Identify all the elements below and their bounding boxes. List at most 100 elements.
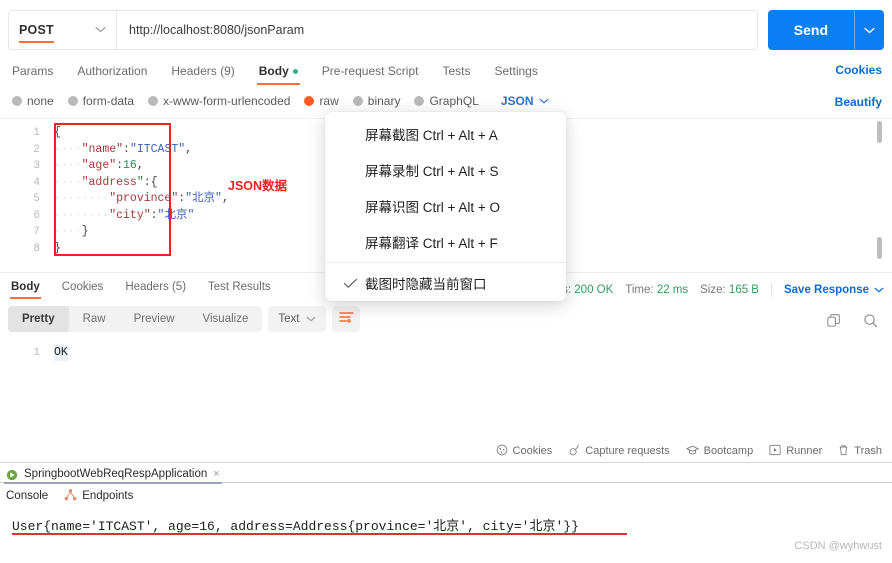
json-annotation-label: JSON数据 (228, 179, 288, 193)
http-method-select[interactable]: POST (8, 10, 116, 50)
send-options-chevron-down-icon[interactable] (854, 10, 884, 50)
request-tabs: Params Authorization Headers (9) Body Pr… (8, 60, 550, 85)
radio-binary[interactable]: binary (352, 94, 400, 108)
line-number: 8 (33, 242, 40, 255)
line-number: 6 (33, 209, 40, 222)
ide-tab-underline (4, 482, 222, 484)
menu-item-hide-window-label: 截图时隐藏当前窗口 (365, 277, 487, 292)
url-text: http://localhost:8080/jsonParam (129, 23, 305, 37)
radio-graphql-label: GraphQL (429, 94, 479, 108)
ide-panel: SpringbootWebReqRespApplication × Consol… (0, 462, 892, 563)
response-tab-body[interactable]: Body (8, 281, 51, 299)
radio-none-label: none (27, 94, 54, 108)
send-button[interactable]: Send (767, 10, 854, 50)
endpoints-icon (64, 488, 77, 504)
radio-graphql[interactable]: GraphQL (414, 94, 479, 108)
watermark: CSDN @wyhwust (794, 540, 882, 552)
time-label: Time: (625, 284, 654, 296)
tab-pre-request-script[interactable]: Pre-request Script (310, 64, 431, 78)
radio-form-data[interactable]: form-data (67, 94, 134, 108)
cookie-icon (496, 444, 508, 459)
divider (770, 283, 772, 297)
copy-icon[interactable] (826, 313, 841, 333)
footer-bootcamp[interactable]: Bootcamp (685, 444, 753, 459)
search-icon[interactable] (863, 313, 878, 333)
chevron-down-icon (539, 96, 549, 107)
radio-raw[interactable]: raw (304, 94, 339, 108)
body-type-radio-group: none form-data x-www-form-urlencoded raw… (12, 94, 549, 108)
save-response-button[interactable]: Save Response (784, 284, 869, 296)
footer-runner-label: Runner (786, 445, 823, 457)
console-output-line: User{name='ITCAST', age=16, address=Addr… (12, 519, 579, 534)
trash-icon (838, 444, 849, 459)
radio-dot-icon (148, 96, 159, 106)
footer-trash[interactable]: Trash (838, 444, 882, 459)
ide-run-tab[interactable]: SpringbootWebReqRespApplication × (4, 464, 228, 483)
screenshot-tool-popup-menu: 屏幕截图 Ctrl + Alt + A 屏幕录制 Ctrl + Alt + S … (325, 112, 566, 301)
menu-item-hide-window-on-capture[interactable]: 截图时隐藏当前窗口 (325, 265, 566, 301)
editor-vertical-scrollbar[interactable] (877, 121, 882, 143)
close-icon[interactable]: × (213, 468, 219, 480)
time-item: Time: 22 ms (625, 284, 688, 296)
response-tab-headers[interactable]: Headers (5) (114, 281, 197, 293)
response-status-bar: Status: 200 OK Time: 22 ms Size: 165 B S… (510, 282, 884, 298)
tab-body[interactable]: Body (247, 64, 310, 85)
http-method-label: POST (19, 23, 54, 43)
ide-subtabs: Console Endpoints (0, 485, 133, 507)
request-cookies-link[interactable]: Cookies (835, 63, 882, 77)
menu-item-screen-ocr-label: 屏幕识图 Ctrl + Alt + O (365, 200, 501, 215)
line-number: 1 (33, 127, 40, 139)
radio-none[interactable]: none (12, 94, 54, 108)
ide-subtab-console[interactable]: Console (6, 490, 48, 502)
size-item: Size: 165 B (700, 284, 759, 296)
response-line-number: 1 (33, 347, 40, 359)
chevron-down-icon[interactable] (874, 285, 884, 296)
line-number: 4 (33, 176, 40, 189)
wrap-lines-button[interactable] (332, 306, 361, 332)
response-format-select[interactable]: Text (268, 306, 327, 332)
body-modified-dot-icon (292, 69, 298, 75)
tab-params[interactable]: Params (8, 64, 65, 78)
view-raw[interactable]: Raw (69, 306, 120, 332)
satellite-icon (568, 444, 580, 459)
url-input[interactable]: http://localhost:8080/jsonParam (116, 10, 758, 50)
ide-subtab-endpoints-label: Endpoints (82, 490, 134, 502)
radio-x-www-form-urlencoded[interactable]: x-www-form-urlencoded (148, 94, 290, 108)
check-icon (337, 278, 363, 289)
tab-tests[interactable]: Tests (430, 64, 482, 78)
line-number: 3 (33, 160, 40, 172)
tab-settings[interactable]: Settings (482, 64, 549, 78)
menu-item-screen-capture-label: 屏幕截图 Ctrl + Alt + A (365, 128, 498, 143)
tab-authorization[interactable]: Authorization (65, 64, 159, 78)
chevron-down-icon (306, 314, 316, 325)
menu-item-screen-translate[interactable]: 屏幕翻译 Ctrl + Alt + F (325, 224, 566, 260)
line-number: 2 (33, 143, 40, 156)
view-pretty[interactable]: Pretty (8, 306, 69, 332)
radio-dot-selected-icon (304, 96, 315, 106)
menu-item-screen-record[interactable]: 屏幕录制 Ctrl + Alt + S (325, 152, 566, 188)
ide-subtab-endpoints[interactable]: Endpoints (64, 488, 134, 504)
footer-runner[interactable]: Runner (769, 444, 822, 459)
tab-headers[interactable]: Headers (9) (159, 64, 246, 78)
beautify-link[interactable]: Beautify (835, 95, 882, 109)
size-value: 165 B (728, 284, 759, 296)
view-visualize[interactable]: Visualize (189, 306, 263, 332)
response-actions (826, 313, 878, 333)
postman-footer-toolbar: Cookies Capture requests Bootcamp Runner… (0, 440, 892, 462)
console-output-underline (12, 533, 627, 535)
play-box-icon (769, 444, 781, 459)
response-view-toolbar: Pretty Raw Preview Visualize Text (8, 306, 361, 332)
view-preview[interactable]: Preview (120, 306, 189, 332)
footer-capture-requests[interactable]: Capture requests (568, 444, 670, 459)
response-tab-test-results[interactable]: Test Results (197, 281, 282, 293)
tab-headers-label: Headers (9) (171, 64, 235, 78)
menu-item-screen-ocr[interactable]: 屏幕识图 Ctrl + Alt + O (325, 188, 566, 224)
raw-format-select[interactable]: JSON (501, 94, 549, 108)
editor-line-numbers: 1 2 3 4 5 6 7 8 (0, 125, 50, 257)
footer-cookies[interactable]: Cookies (496, 444, 552, 459)
response-tab-cookies[interactable]: Cookies (51, 281, 115, 293)
menu-item-screen-capture[interactable]: 屏幕截图 Ctrl + Alt + A (325, 116, 566, 152)
editor-vertical-scrollbar-thumb2[interactable] (877, 237, 882, 259)
radio-raw-label: raw (319, 94, 339, 108)
footer-trash-label: Trash (854, 445, 882, 457)
